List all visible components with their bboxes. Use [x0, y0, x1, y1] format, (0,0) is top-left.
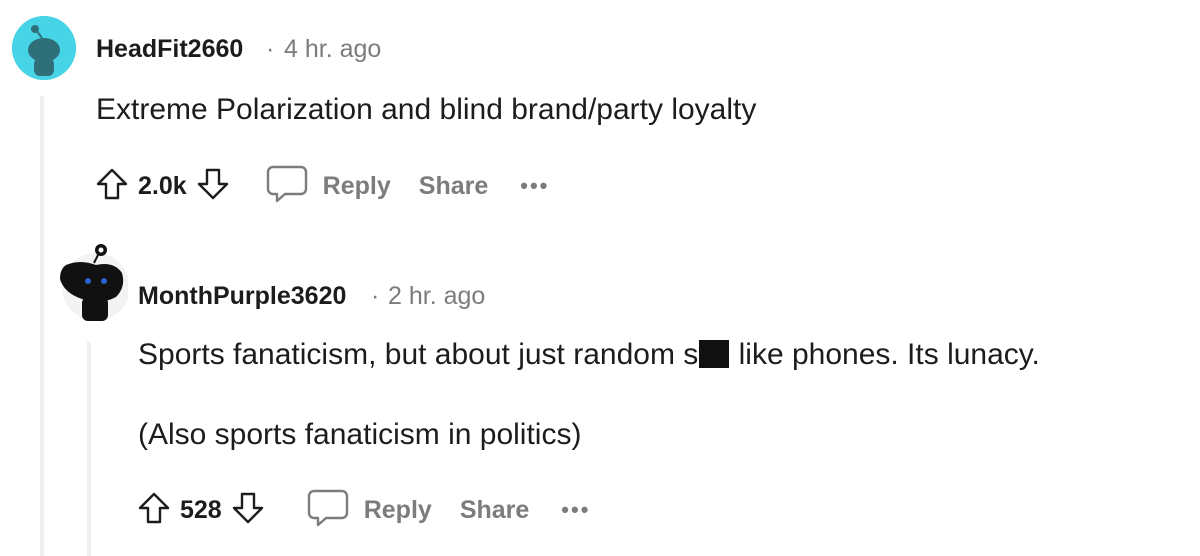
reply-button[interactable]: Reply: [323, 172, 391, 201]
user-avatar[interactable]: [12, 16, 76, 80]
more-options-icon[interactable]: •••: [520, 173, 549, 199]
comment-body-text: like phones. Its lunacy.: [730, 338, 1040, 371]
user-avatar[interactable]: [56, 241, 128, 323]
comment-actions: 528 Reply Share •••: [136, 485, 590, 535]
comment-body: Extreme Polarization and blind brand/par…: [96, 93, 757, 126]
comment-body-text: Sports fanaticism, but about just random…: [138, 338, 699, 371]
username[interactable]: HeadFit2660: [96, 35, 243, 64]
comment-actions: 2.0k Reply Share •••: [94, 161, 549, 211]
upvote-icon[interactable]: [94, 166, 130, 207]
comment-body-second-paragraph: (Also sports fanaticism in politics): [138, 418, 582, 451]
more-options-icon[interactable]: •••: [561, 497, 590, 523]
downvote-icon[interactable]: [230, 490, 266, 531]
share-button[interactable]: Share: [419, 172, 488, 201]
separator: ·: [266, 35, 275, 63]
thread-line[interactable]: [40, 96, 44, 556]
username[interactable]: MonthPurple3620: [138, 282, 346, 311]
timestamp[interactable]: 4 hr. ago: [284, 35, 381, 64]
separator: ·: [371, 282, 380, 310]
timestamp[interactable]: 2 hr. ago: [388, 282, 485, 311]
vote-count: 528: [180, 495, 222, 524]
comment-body: Sports fanaticism, but about just random…: [138, 338, 1040, 372]
snoo-avatar-icon: [12, 16, 76, 80]
reply-icon[interactable]: [265, 163, 309, 210]
snoo-avatar-icon: [60, 244, 128, 321]
censor-block: [699, 340, 730, 368]
reply-icon[interactable]: [306, 487, 350, 534]
downvote-icon[interactable]: [195, 166, 231, 207]
reply-button[interactable]: Reply: [364, 496, 432, 525]
vote-count: 2.0k: [138, 171, 187, 200]
share-button[interactable]: Share: [460, 496, 529, 525]
thread-line[interactable]: [87, 342, 91, 556]
upvote-icon[interactable]: [136, 490, 172, 531]
